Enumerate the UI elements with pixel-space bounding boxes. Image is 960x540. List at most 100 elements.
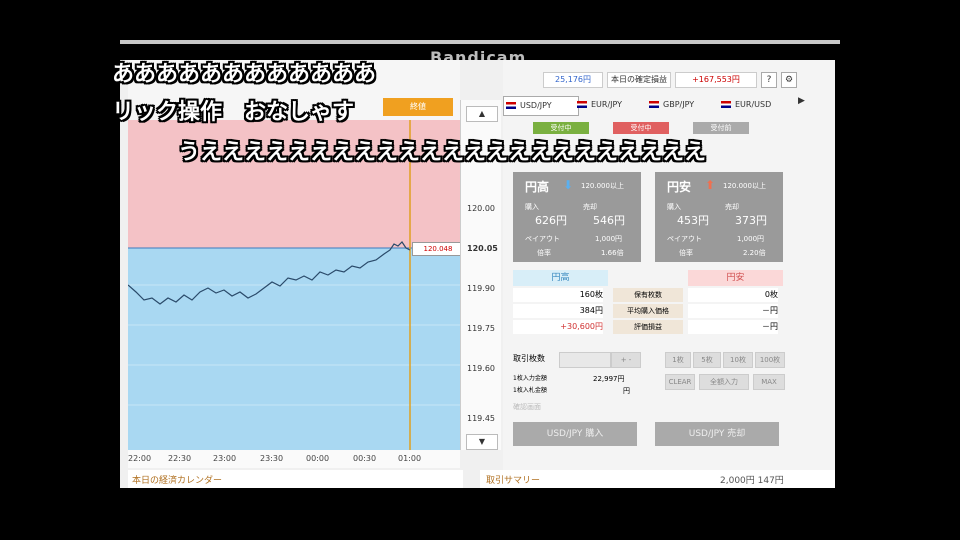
x-tick: 00:30	[353, 454, 377, 463]
arrow-up-icon: ⬆	[705, 178, 716, 192]
economic-calendar-link[interactable]: 本日の経済カレンダー	[128, 470, 463, 488]
badge-label: 終値	[410, 102, 426, 111]
x-tick: 00:00	[306, 454, 330, 463]
current-price-tag: 120.048	[412, 242, 464, 256]
trade-panel: 25,176円 本日の確定損益 +167,553円 ? ⚙ USD/JPY EU…	[503, 60, 835, 470]
y-tick: 119.75	[467, 324, 495, 333]
x-tick: 22:00	[128, 454, 152, 463]
buy-label: 購入	[667, 203, 681, 211]
sell-price: 373円	[735, 214, 767, 227]
tab-gbpjpy[interactable]: GBP/JPY	[647, 96, 721, 114]
sell-label: 売却	[583, 203, 597, 211]
lot-button[interactable]: 1枚	[665, 352, 691, 368]
tab-label: USD/JPY	[520, 101, 552, 110]
overlay-comment: うえええええええええええええええええええええええ	[178, 140, 707, 165]
y-tick: 120.05	[467, 244, 498, 253]
qty-label: 取引枚数	[513, 354, 545, 363]
lot-button[interactable]: 100枚	[755, 352, 785, 368]
right-avg: －円	[688, 304, 778, 318]
tab-label: GBP/JPY	[663, 100, 695, 109]
row-label: 評価損益	[613, 320, 683, 334]
yen-weak-card[interactable]: 円安 ⬆ 120.000以上 購入 売却 453円 373円 ペイアウト 1,0…	[655, 172, 783, 262]
range-badge: 終値	[383, 98, 453, 116]
margin-value: 22,997円	[593, 375, 625, 383]
x-tick: 23:00	[213, 454, 237, 463]
summary-value: 2,000円 147円	[720, 476, 784, 486]
card-strike: 120.000以上	[723, 182, 766, 190]
left-qty: 160枚	[513, 288, 603, 302]
overlay-comment: ああああああああああああ	[112, 62, 377, 87]
help-icon[interactable]: ?	[761, 72, 777, 88]
buy-button[interactable]: USD/JPY 購入	[513, 422, 637, 446]
y-tick: 120.00	[467, 204, 495, 213]
flag-icon	[721, 101, 731, 108]
lot-button[interactable]: 5枚	[693, 352, 721, 368]
tab-eurjpy[interactable]: EUR/JPY	[575, 96, 649, 114]
lot-button[interactable]: 10枚	[723, 352, 753, 368]
y-tick: 119.45	[467, 414, 495, 423]
sell-price: 546円	[593, 214, 625, 227]
sell-button[interactable]: USD/JPY 売却	[655, 422, 779, 446]
tab-label: EUR/USD	[735, 100, 772, 109]
trade-summary-bar[interactable]: 取引サマリー 2,000円 147円	[480, 470, 835, 488]
card-title: 円安	[667, 180, 692, 194]
balance-field: 25,176円	[543, 72, 603, 88]
strike-pending[interactable]: 受付前	[693, 122, 749, 134]
sell-label: 売却	[725, 203, 739, 211]
profit-field: +167,553円	[675, 72, 757, 88]
max-button[interactable]: MAX	[753, 374, 785, 390]
summary-label: 取引サマリー	[486, 476, 541, 486]
calendar-label: 本日の経済カレンダー	[132, 476, 223, 486]
confirm-checkbox[interactable]: 確認画面	[513, 400, 541, 414]
multiplier-value: 2.20倍	[743, 249, 766, 257]
qty-stepper[interactable]: + -	[611, 352, 641, 368]
buy-label: 購入	[525, 203, 539, 211]
fill-all-button[interactable]: 全額入力	[699, 374, 749, 390]
y-tick: 119.90	[467, 284, 495, 293]
scroll-down-button[interactable]: ▼	[466, 434, 498, 450]
x-tick: 23:30	[260, 454, 284, 463]
yen-strong-card[interactable]: 円高 ⬇ 120.000以上 購入 売却 626円 546円 ペイアウト 1,0…	[513, 172, 641, 262]
col-yen-weak: 円安	[688, 270, 783, 286]
left-pnl: +30,600円	[513, 320, 603, 334]
max-label: 1枚入札金額	[513, 387, 547, 394]
position-table: 円高 円安 160枚 保有枚数 0枚 384円 平均購入価格 －円 +30,60…	[513, 270, 783, 340]
window-top-border	[120, 40, 840, 44]
x-tick: 22:30	[168, 454, 192, 463]
x-axis: 22:00 22:30 23:00 23:30 00:00 00:30 01:0…	[128, 450, 460, 468]
strike-open[interactable]: 受付中	[533, 122, 589, 134]
multiplier-value: 1.66倍	[601, 249, 624, 257]
payout-value: 1,000円	[737, 235, 765, 243]
strike-open[interactable]: 受付中	[613, 122, 669, 134]
buy-price: 626円	[535, 214, 567, 227]
payout-label: ペイアウト	[525, 235, 560, 243]
row-label: 保有枚数	[613, 288, 683, 302]
overlay-comment: リック操作 おなしゃす	[112, 100, 355, 125]
order-form: 取引枚数 + - 1枚入力金額 22,997円 1枚入札金額 円 確認画面 1枚…	[513, 348, 785, 411]
payout-label: ペイアウト	[667, 235, 702, 243]
daily-pnl-button[interactable]: 本日の確定損益	[607, 72, 671, 88]
clear-button[interactable]: CLEAR	[665, 374, 695, 390]
card-title: 円高	[525, 180, 550, 194]
chevron-right-icon[interactable]: ▶	[798, 96, 810, 114]
gear-icon[interactable]: ⚙	[781, 72, 797, 88]
col-yen-strong: 円高	[513, 270, 608, 286]
buy-price: 453円	[677, 214, 709, 227]
qty-input[interactable]	[559, 352, 611, 368]
scroll-up-button[interactable]: ▲	[466, 106, 498, 122]
right-qty: 0枚	[688, 288, 778, 302]
currency-tabs: USD/JPY EUR/JPY GBP/JPY EUR/USD	[503, 96, 793, 116]
price-chart[interactable]	[128, 120, 460, 450]
flag-icon	[506, 102, 516, 109]
row-label: 平均購入価格	[613, 304, 683, 318]
arrow-down-icon: ⬇	[563, 178, 574, 192]
y-tick: 119.60	[467, 364, 495, 373]
x-tick: 01:00	[398, 454, 422, 463]
flag-icon	[577, 101, 587, 108]
payout-value: 1,000円	[595, 235, 623, 243]
multiplier-label: 倍率	[679, 249, 693, 257]
max-value: 円	[623, 387, 630, 395]
multiplier-label: 倍率	[537, 249, 551, 257]
tab-usdjpy[interactable]: USD/JPY	[503, 96, 579, 116]
tab-eurusd[interactable]: EUR/USD	[719, 96, 797, 114]
